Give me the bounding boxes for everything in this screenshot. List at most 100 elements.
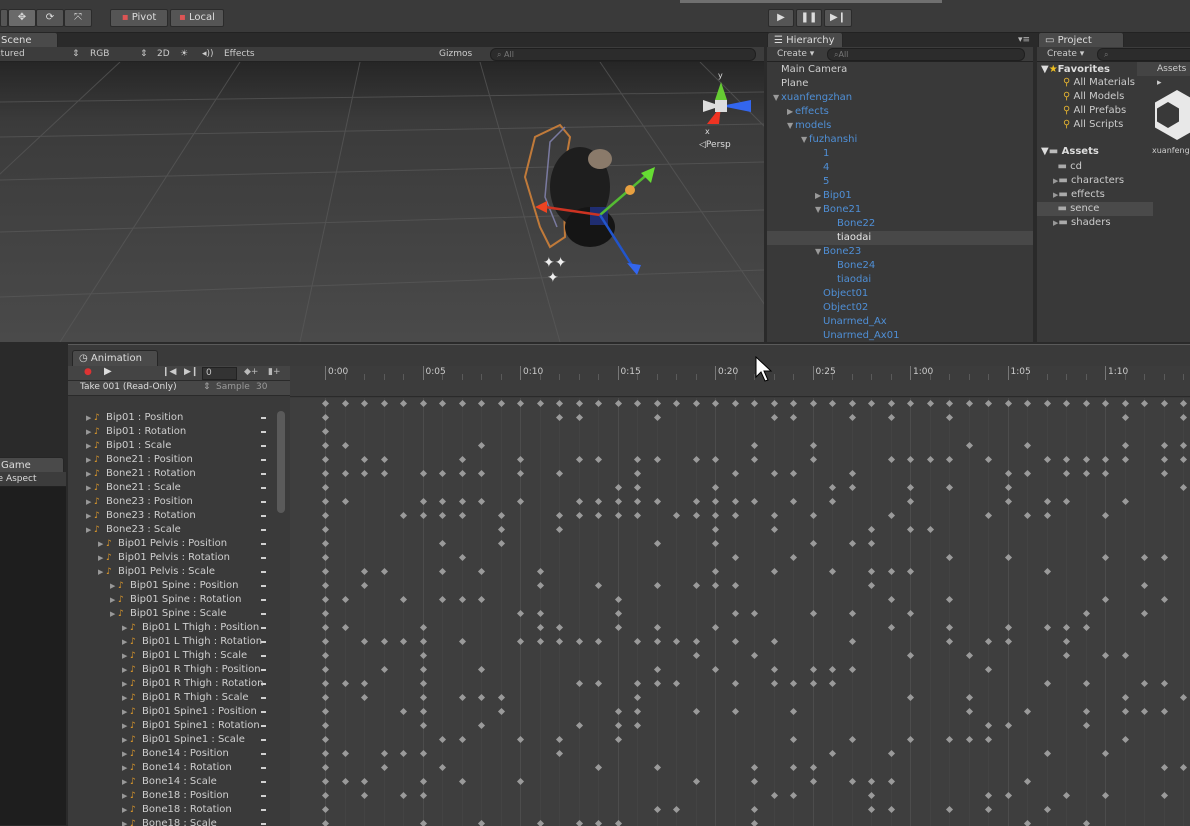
- animation-track[interactable]: ▶ ♪ Bone23 : Scale: [68, 523, 273, 537]
- keyframe[interactable]: [477, 819, 486, 826]
- keyframe[interactable]: [828, 483, 837, 492]
- keyframe[interactable]: [1179, 399, 1188, 408]
- keyframe[interactable]: [887, 749, 895, 758]
- expand-arrow-icon[interactable]: ▶: [122, 621, 127, 635]
- keyframe[interactable]: [1043, 749, 1051, 758]
- keyframe[interactable]: [653, 805, 661, 814]
- keyframe[interactable]: [867, 567, 876, 576]
- expand-arrow-icon[interactable]: ▶: [86, 425, 91, 439]
- keyframe[interactable]: [399, 595, 408, 604]
- keyframe[interactable]: [984, 399, 993, 408]
- keyframe[interactable]: [1101, 553, 1110, 562]
- keyframe[interactable]: [1082, 707, 1090, 716]
- keyframe[interactable]: [633, 679, 642, 688]
- keyframe[interactable]: [1004, 399, 1012, 408]
- keyframe[interactable]: [594, 399, 603, 408]
- keyframe[interactable]: [1101, 791, 1110, 800]
- move-tool-button[interactable]: ✥: [8, 9, 36, 27]
- keyframe[interactable]: [399, 749, 408, 758]
- keyframe[interactable]: [1101, 749, 1110, 758]
- keyframe[interactable]: [945, 623, 954, 632]
- animation-track[interactable]: ▶ ♪ Bone18 : Rotation: [68, 803, 273, 817]
- shading-mode-dropdown[interactable]: Textured: [0, 48, 25, 60]
- track-options-icon[interactable]: [261, 557, 266, 559]
- keyframe[interactable]: [789, 735, 798, 744]
- pause-button[interactable]: ❚❚: [796, 9, 822, 27]
- keyframe[interactable]: [653, 539, 661, 548]
- keyframe[interactable]: [516, 469, 525, 478]
- keyframe[interactable]: [672, 511, 681, 520]
- keyframe[interactable]: [516, 455, 525, 464]
- keyframe[interactable]: [828, 679, 837, 688]
- track-options-icon[interactable]: [261, 459, 266, 461]
- keyframe[interactable]: [594, 763, 603, 772]
- keyframe[interactable]: [1140, 679, 1149, 688]
- expand-arrow-icon[interactable]: ▶: [110, 607, 115, 621]
- keyframe[interactable]: [458, 455, 466, 464]
- keyframe[interactable]: [321, 497, 330, 506]
- sample-input[interactable]: 30: [256, 382, 267, 392]
- track-options-icon[interactable]: [261, 487, 266, 489]
- keyframe[interactable]: [711, 399, 720, 408]
- animation-track[interactable]: ▶ ♪ Bone21 : Rotation: [68, 467, 273, 481]
- keyframe[interactable]: [887, 595, 895, 604]
- keyframe[interactable]: [711, 455, 720, 464]
- keyframe[interactable]: [575, 637, 583, 646]
- expand-arrow-icon[interactable]: ▶: [86, 523, 91, 537]
- keyframe[interactable]: [809, 511, 817, 520]
- expand-arrow-icon[interactable]: ▼: [815, 245, 821, 259]
- keyframe[interactable]: [341, 777, 349, 786]
- expand-arrow-icon[interactable]: ▶: [122, 761, 127, 775]
- keyframe[interactable]: [809, 399, 817, 408]
- keyframe[interactable]: [321, 441, 330, 450]
- keyframe[interactable]: [1043, 805, 1051, 814]
- keyframe[interactable]: [1004, 469, 1012, 478]
- tab-project[interactable]: ▭ Project: [1038, 32, 1124, 48]
- keyframe[interactable]: [750, 609, 759, 618]
- keyframe[interactable]: [575, 721, 583, 730]
- keyframe[interactable]: [1140, 399, 1149, 408]
- local-toggle[interactable]: ▪ Local: [170, 9, 224, 27]
- assets-breadcrumb[interactable]: Assets ▸: [1137, 62, 1190, 88]
- keyframe[interactable]: [438, 567, 447, 576]
- keyframe[interactable]: [906, 651, 915, 660]
- track-options-icon[interactable]: [261, 543, 266, 545]
- track-options-icon[interactable]: [261, 445, 266, 447]
- keyframe[interactable]: [828, 399, 837, 408]
- track-options-icon[interactable]: [261, 613, 266, 615]
- keyframe[interactable]: [848, 483, 856, 492]
- expand-arrow-icon[interactable]: ▶: [98, 537, 103, 551]
- keyframe[interactable]: [614, 497, 622, 506]
- keyframe[interactable]: [633, 693, 642, 702]
- keyframe[interactable]: [828, 497, 837, 506]
- hierarchy-item[interactable]: Bone24: [767, 259, 1033, 273]
- keyframe[interactable]: [594, 819, 603, 826]
- keyframe[interactable]: [321, 539, 330, 548]
- keyframe[interactable]: [1043, 679, 1051, 688]
- keyframe[interactable]: [770, 525, 778, 534]
- keyframe[interactable]: [789, 553, 798, 562]
- keyframe[interactable]: [1160, 679, 1168, 688]
- frame-input[interactable]: 0: [202, 367, 237, 380]
- keyframe[interactable]: [711, 483, 720, 492]
- track-options-icon[interactable]: [261, 529, 266, 531]
- keyframe[interactable]: [1023, 399, 1032, 408]
- keyframe[interactable]: [731, 679, 739, 688]
- keyframe[interactable]: [887, 777, 895, 786]
- keyframe[interactable]: [750, 497, 759, 506]
- keyframe[interactable]: [1101, 511, 1110, 520]
- keyframe[interactable]: [419, 749, 427, 758]
- keyframe[interactable]: [1160, 763, 1168, 772]
- keyframe[interactable]: [692, 511, 700, 520]
- keyframe[interactable]: [536, 609, 544, 618]
- keyframe[interactable]: [458, 511, 466, 520]
- keyframe[interactable]: [828, 665, 837, 674]
- keyframe[interactable]: [809, 441, 817, 450]
- keyframe[interactable]: [1082, 609, 1090, 618]
- keyframe[interactable]: [497, 399, 505, 408]
- keyframe[interactable]: [1043, 623, 1051, 632]
- hierarchy-item[interactable]: 4: [767, 161, 1033, 175]
- keyframe[interactable]: [360, 469, 369, 478]
- project-search-input[interactable]: ⌕: [1097, 48, 1190, 61]
- keyframe[interactable]: [750, 651, 759, 660]
